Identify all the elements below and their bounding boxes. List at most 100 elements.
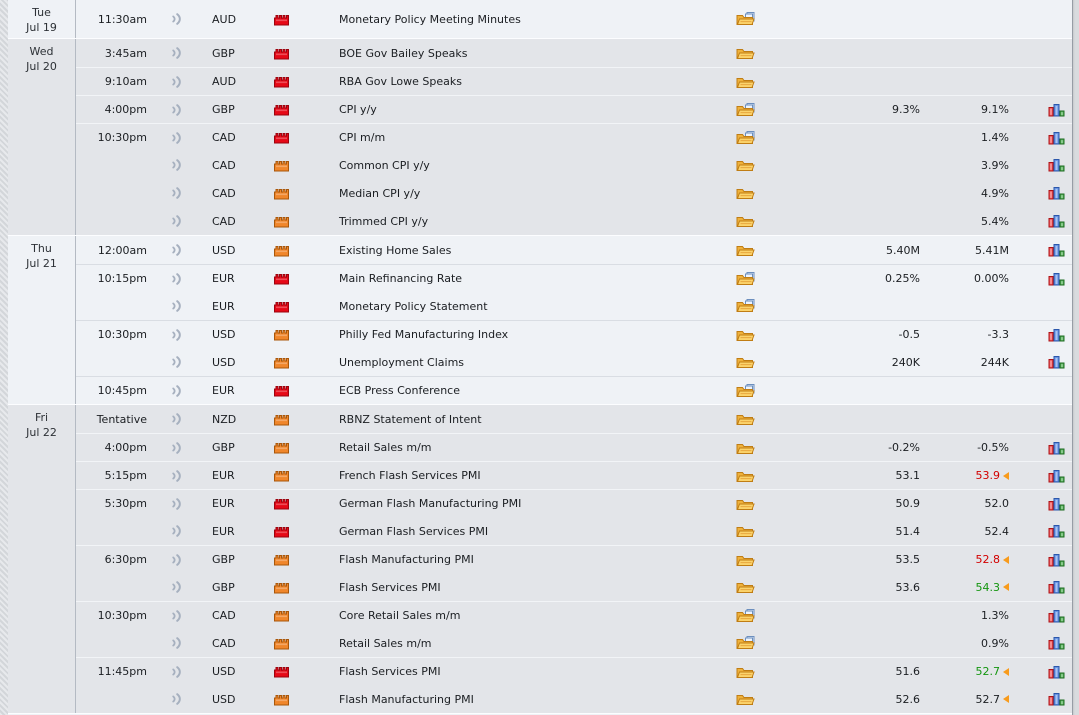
date-label: Jul 19 [8, 20, 75, 35]
bar-chart-icon[interactable] [1048, 355, 1065, 369]
open-folder-with-document-icon[interactable] [736, 299, 756, 313]
alert-icon[interactable] [171, 469, 182, 483]
bar-chart-icon[interactable] [1048, 636, 1065, 650]
bar-chart-icon[interactable] [1048, 158, 1065, 172]
event-forecast: 52.6 [767, 693, 922, 706]
event-currency: USD [198, 356, 250, 369]
bar-chart-icon[interactable] [1048, 186, 1065, 200]
open-folder-icon[interactable] [736, 186, 756, 200]
bar-chart-icon[interactable] [1048, 665, 1065, 679]
previous-cell: 53.9 [922, 469, 1014, 482]
bar-chart-icon[interactable] [1048, 131, 1065, 145]
graph-cell [1014, 158, 1072, 172]
event-currency: CAD [198, 637, 250, 650]
open-folder-icon[interactable] [736, 665, 756, 679]
bar-chart-icon[interactable] [1048, 103, 1065, 117]
open-folder-icon[interactable] [736, 497, 756, 511]
open-folder-icon[interactable] [736, 46, 756, 60]
alert-icon[interactable] [171, 214, 182, 228]
alert-icon[interactable] [171, 272, 182, 286]
alert-icon[interactable] [171, 384, 182, 398]
detail-cell [725, 441, 767, 455]
revision-triangle-icon[interactable] [1003, 472, 1009, 480]
alert-icon[interactable] [171, 131, 182, 145]
open-folder-icon[interactable] [736, 214, 756, 228]
impact-cell [250, 272, 312, 285]
alert-icon[interactable] [171, 243, 182, 257]
bar-chart-icon[interactable] [1048, 524, 1065, 538]
previous-cell: 0.00% [922, 272, 1014, 285]
open-folder-icon[interactable] [736, 441, 756, 455]
detail-cell [725, 636, 767, 650]
revision-triangle-icon[interactable] [1003, 556, 1009, 564]
alert-icon[interactable] [171, 158, 182, 172]
bar-chart-icon[interactable] [1048, 243, 1065, 257]
impact-cell [250, 159, 312, 172]
open-folder-icon[interactable] [736, 692, 756, 706]
folder-icon [737, 218, 754, 227]
open-folder-icon[interactable] [736, 412, 756, 426]
alert-icon[interactable] [171, 497, 182, 511]
bar-chart-icon[interactable] [1048, 580, 1065, 594]
open-folder-icon[interactable] [736, 469, 756, 483]
graph-cell [1014, 384, 1072, 398]
bar-chart-icon[interactable] [1048, 441, 1065, 455]
open-folder-with-document-icon[interactable] [736, 103, 756, 117]
alert-icon[interactable] [171, 103, 182, 117]
event-row: 10:30pm USD Philly Fed Manufacturing Ind… [76, 320, 1072, 348]
alert-icon[interactable] [171, 553, 182, 567]
bar-chart-icon[interactable] [1048, 328, 1065, 342]
alert-icon[interactable] [171, 636, 182, 650]
open-folder-with-document-icon[interactable] [736, 272, 756, 286]
impact-cell [250, 384, 312, 397]
alert-icon[interactable] [171, 328, 182, 342]
open-folder-icon[interactable] [736, 328, 756, 342]
alert-icon[interactable] [171, 75, 182, 89]
event-currency: USD [198, 244, 250, 257]
revision-triangle-icon[interactable] [1003, 583, 1009, 591]
open-folder-with-document-icon[interactable] [736, 609, 756, 623]
open-folder-icon[interactable] [736, 553, 756, 567]
revision-triangle-icon[interactable] [1003, 668, 1009, 676]
open-folder-icon[interactable] [736, 524, 756, 538]
open-folder-icon[interactable] [736, 75, 756, 89]
event-row: 9:10am AUD RBA Gov Lowe Speaks [76, 67, 1072, 95]
alert-icon[interactable] [171, 524, 182, 538]
open-folder-with-document-icon[interactable] [736, 636, 756, 650]
open-folder-icon[interactable] [736, 243, 756, 257]
revision-triangle-icon[interactable] [1003, 695, 1009, 703]
calendar-day-block: Thu Jul 21 12:00am USD Existing Home Sal… [8, 235, 1072, 404]
alert-icon[interactable] [171, 299, 182, 313]
alert-icon[interactable] [171, 580, 182, 594]
open-folder-with-document-icon[interactable] [736, 384, 756, 398]
open-folder-with-document-icon[interactable] [736, 131, 756, 145]
impact-high-icon [273, 103, 290, 116]
impact-medium-icon [273, 693, 290, 706]
bar-chart-icon[interactable] [1048, 609, 1065, 623]
alert-icon[interactable] [171, 12, 182, 26]
bar-chart-icon[interactable] [1048, 469, 1065, 483]
alert-icon[interactable] [171, 609, 182, 623]
alert-icon[interactable] [171, 186, 182, 200]
impact-cell [250, 693, 312, 706]
impact-cell [250, 413, 312, 426]
folder-icon [737, 78, 754, 87]
alert-icon[interactable] [171, 441, 182, 455]
bar-chart-icon[interactable] [1048, 272, 1065, 286]
bar-chart-icon[interactable] [1048, 553, 1065, 567]
bar-chart-icon[interactable] [1048, 214, 1065, 228]
alert-icon[interactable] [171, 355, 182, 369]
alert-icon[interactable] [171, 665, 182, 679]
alert-cell [154, 636, 198, 650]
open-folder-icon[interactable] [736, 158, 756, 172]
open-folder-icon[interactable] [736, 355, 756, 369]
alert-icon[interactable] [171, 692, 182, 706]
open-folder-with-document-icon[interactable] [736, 12, 756, 26]
event-forecast: 240K [767, 356, 922, 369]
alert-icon[interactable] [171, 412, 182, 426]
bar-chart-icon[interactable] [1048, 497, 1065, 511]
open-folder-icon[interactable] [736, 580, 756, 594]
bar-chart-icon[interactable] [1048, 692, 1065, 706]
event-title: BOE Gov Bailey Speaks [312, 47, 725, 60]
alert-icon[interactable] [171, 46, 182, 60]
